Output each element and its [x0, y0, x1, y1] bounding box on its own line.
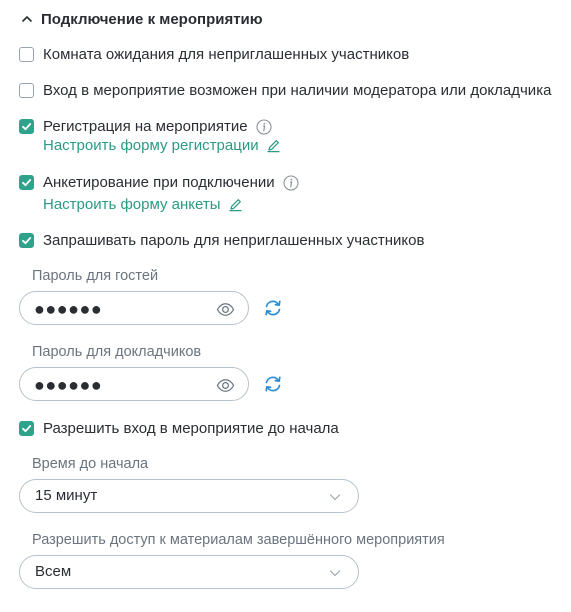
password-required-label: Запрашивать пароль для неприглашенных уч…: [43, 232, 425, 249]
moderator-required-checkbox[interactable]: [19, 83, 34, 98]
materials-access-label: Разрешить доступ к материалам завершённо…: [32, 532, 445, 548]
materials-access-value: Всем: [35, 563, 72, 580]
speaker-password-input[interactable]: ●●●●●●: [19, 367, 249, 401]
refresh-icon[interactable]: [263, 298, 283, 318]
configure-survey-text: Настроить форму анкеты: [43, 196, 221, 213]
eye-icon[interactable]: [216, 300, 235, 319]
guest-password-value: ●●●●●●: [34, 299, 103, 319]
guest-password-input[interactable]: ●●●●●●: [19, 291, 249, 325]
chevron-down-icon: [329, 494, 341, 501]
check-icon: [22, 237, 32, 245]
early-entry-option[interactable]: Разрешить вход в мероприятие до начала: [19, 420, 339, 437]
eye-icon[interactable]: [216, 376, 235, 395]
info-icon[interactable]: [255, 118, 272, 135]
time-before-start-value: 15 минут: [35, 487, 98, 504]
section-toggle[interactable]: Подключение к мероприятию: [21, 8, 263, 30]
survey-checkbox[interactable]: [19, 175, 34, 190]
waiting-room-checkbox[interactable]: [19, 47, 34, 62]
survey-label: Анкетирование при подключении: [43, 174, 275, 191]
survey-option[interactable]: Анкетирование при подключении: [19, 174, 299, 191]
chevron-down-icon: [329, 570, 341, 577]
registration-label: Регистрация на мероприятие: [43, 118, 248, 135]
check-icon: [22, 425, 32, 433]
materials-access-select[interactable]: Всем: [19, 555, 359, 589]
check-icon: [22, 179, 32, 187]
check-icon: [22, 123, 32, 131]
speaker-password-value: ●●●●●●: [34, 375, 103, 395]
configure-survey-link[interactable]: Настроить форму анкеты: [43, 196, 243, 213]
time-before-start-label: Время до начала: [32, 456, 149, 472]
time-before-start-select[interactable]: 15 минут: [19, 479, 359, 513]
pencil-icon: [266, 140, 280, 153]
early-entry-checkbox[interactable]: [19, 421, 34, 436]
pencil-icon: [228, 199, 242, 212]
password-required-option[interactable]: Запрашивать пароль для неприглашенных уч…: [19, 232, 424, 249]
moderator-required-label: Вход в мероприятие возможен при наличии …: [43, 82, 552, 99]
section-title: Подключение к мероприятию: [41, 10, 263, 28]
waiting-room-option[interactable]: Комната ожидания для неприглашенных учас…: [19, 46, 409, 63]
guest-password-label: Пароль для гостей: [32, 268, 159, 284]
refresh-icon[interactable]: [263, 374, 283, 394]
early-entry-label: Разрешить вход в мероприятие до начала: [43, 420, 339, 437]
configure-registration-text: Настроить форму регистрации: [43, 137, 259, 154]
configure-registration-link[interactable]: Настроить форму регистрации: [43, 137, 281, 154]
waiting-room-label: Комната ожидания для неприглашенных учас…: [43, 46, 410, 63]
moderator-required-option[interactable]: Вход в мероприятие возможен при наличии …: [19, 82, 551, 99]
registration-checkbox[interactable]: [19, 119, 34, 134]
password-required-checkbox[interactable]: [19, 233, 34, 248]
speaker-password-label: Пароль для докладчиков: [32, 344, 202, 360]
registration-option[interactable]: Регистрация на мероприятие: [19, 118, 272, 135]
chevron-up-icon: [22, 16, 32, 22]
info-icon[interactable]: [283, 174, 299, 191]
